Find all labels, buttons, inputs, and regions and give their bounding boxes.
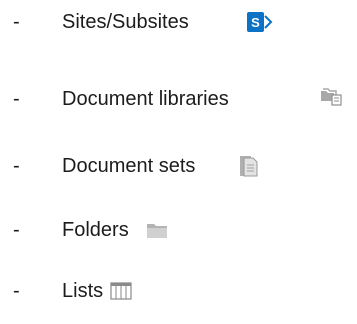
list-icon <box>110 281 132 301</box>
bullet-dash: - <box>13 88 20 110</box>
list-item-sites: - Sites/Subsites S <box>0 2 357 42</box>
bullet-dash: - <box>13 219 20 241</box>
bullet-dash: - <box>13 280 20 302</box>
list-item-document-libraries: - Document libraries <box>0 79 357 119</box>
sharepoint-site-icon: S <box>246 11 274 33</box>
item-label: Document libraries <box>62 88 229 110</box>
document-set-icon <box>238 155 260 177</box>
list-item-document-sets: - Document sets <box>0 146 357 186</box>
item-label: Folders <box>62 219 129 241</box>
sharepoint-letter: S <box>251 15 260 30</box>
bullet-dash: - <box>13 11 20 33</box>
document-library-icon <box>320 86 342 106</box>
item-label: Sites/Subsites <box>62 11 189 33</box>
item-label: Document sets <box>62 155 196 177</box>
item-label: Lists <box>62 280 104 302</box>
folder-icon <box>146 221 168 239</box>
bullet-dash: - <box>13 155 20 177</box>
list-item-lists: - Lists <box>0 271 357 311</box>
list-item-folders: - Folders <box>0 210 357 250</box>
